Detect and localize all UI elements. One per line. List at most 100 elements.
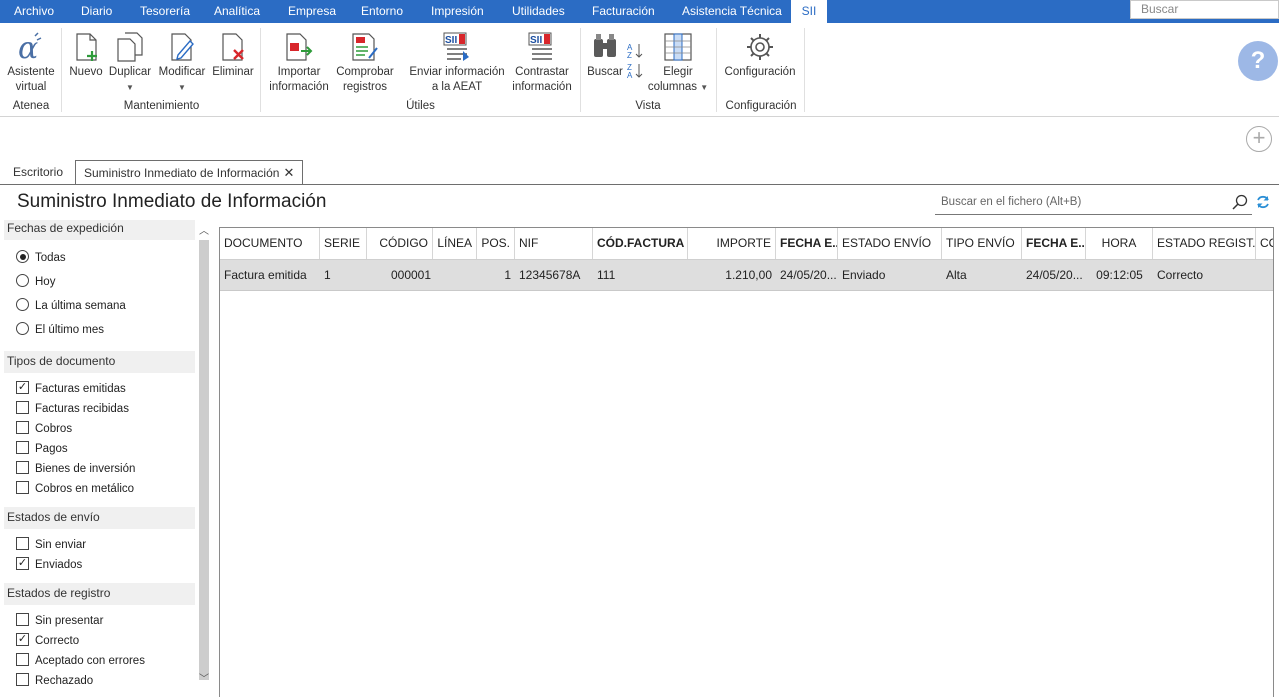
radio-icon[interactable] <box>16 322 29 336</box>
col-serie[interactable]: SERIE <box>320 228 367 259</box>
asistente-virtual-button[interactable]: α Asistente virtual <box>4 29 58 97</box>
checkbox-icon[interactable] <box>16 421 29 435</box>
checkbox-icon[interactable] <box>16 537 29 551</box>
refresh-icon[interactable] <box>1255 194 1271 210</box>
checkbox-icon[interactable] <box>16 441 29 455</box>
checkbox-rechazado[interactable]: Rechazado <box>16 672 93 690</box>
duplicar-button[interactable]: Duplicar ▼ <box>107 29 153 97</box>
menu-sii[interactable]: SII <box>791 0 827 23</box>
atenea-alpha-icon: α <box>18 31 42 63</box>
radio-ultima-semana[interactable]: La última semana <box>16 297 126 315</box>
col-codigo[interactable]: CÓDIGO <box>367 228 433 259</box>
scroll-down-chevron-icon[interactable]: ﹀ <box>198 674 210 686</box>
col-cod-factura[interactable]: CÓD.FACTURA <box>593 228 688 259</box>
search-icon[interactable] <box>1232 194 1248 210</box>
close-icon[interactable]: ✕ <box>283 165 294 180</box>
col-fecha-envio[interactable]: FECHA E... <box>1022 228 1086 259</box>
radio-icon[interactable] <box>16 274 29 288</box>
checkbox-cobros-metalico[interactable]: Cobros en metálico <box>16 480 134 498</box>
radio-selected-icon[interactable] <box>16 250 29 264</box>
radio-label: Todas <box>35 252 66 264</box>
nuevo-button[interactable]: Nuevo <box>66 29 106 83</box>
menu-tesoreria[interactable]: Tesorería <box>140 0 190 23</box>
checkbox-icon[interactable] <box>16 673 29 687</box>
checkbox-facturas-emitidas[interactable]: ✓ Facturas emitidas <box>16 380 126 398</box>
menu-entorno[interactable]: Entorno <box>361 0 403 23</box>
comprobar-registros-button[interactable]: Comprobar registros <box>335 29 395 97</box>
importar-informacion-button[interactable]: Importar información <box>264 29 334 97</box>
checkbox-correcto[interactable]: ✓ Correcto <box>16 632 79 650</box>
checkbox-aceptado-errores[interactable]: Aceptado con errores <box>16 652 145 670</box>
radio-label: Hoy <box>35 276 56 288</box>
scroll-up-chevron-icon[interactable]: ︿ <box>198 226 210 238</box>
enviar-informacion-aeat-button[interactable]: SII Enviar información a la AEAT <box>406 29 508 97</box>
checkbox-checked-icon[interactable]: ✓ <box>16 381 29 395</box>
eliminar-button[interactable]: Eliminar <box>209 29 257 83</box>
checkbox-checked-icon[interactable]: ✓ <box>16 633 29 647</box>
menu-analitica[interactable]: Analítica <box>214 0 260 23</box>
tab-suministro-inmediato[interactable]: Suministro Inmediato de Información ✕ <box>75 160 304 185</box>
checkbox-pagos[interactable]: Pagos <box>16 440 68 458</box>
binoculars-icon <box>594 34 616 57</box>
gear-icon <box>747 34 773 60</box>
help-icon[interactable]: ? <box>1238 41 1278 81</box>
radio-hoy[interactable]: Hoy <box>16 273 55 291</box>
elegir-label: Elegir <box>663 66 693 78</box>
menu-asistencia-tecnica[interactable]: Asistencia Técnica <box>682 0 782 23</box>
table-row[interactable]: Factura emitida 1 000001 1 12345678A 111… <box>220 260 1273 291</box>
checkbox-icon[interactable] <box>16 461 29 475</box>
col-co[interactable]: CO <box>1256 228 1273 259</box>
columnas-label: columnas <box>647 81 698 93</box>
add-tab-plus-icon[interactable]: + <box>1246 126 1272 152</box>
tabs-divider <box>0 184 1279 185</box>
grid-header: DOCUMENTO SERIE CÓDIGO LÍNEA POS. NIF CÓ… <box>220 228 1273 260</box>
checkbox-sin-enviar[interactable]: Sin enviar <box>16 536 86 554</box>
col-estado-envio[interactable]: ESTADO ENVÍO <box>838 228 942 259</box>
checkbox-bienes-inversion[interactable]: Bienes de inversión <box>16 460 135 478</box>
col-fecha-expedicion[interactable]: FECHA E... <box>776 228 838 259</box>
cell-tipo-envio: Alta <box>946 268 967 282</box>
importar-informacion-label: información <box>269 81 329 93</box>
col-tipo-envio[interactable]: TIPO ENVÍO <box>942 228 1022 259</box>
menu-empresa[interactable]: Empresa <box>288 0 336 23</box>
elegir-columnas-button[interactable]: Elegir columnas ▼ <box>646 29 710 97</box>
col-nif[interactable]: NIF <box>515 228 593 259</box>
scrollbar-thumb[interactable] <box>199 240 209 680</box>
tab-escritorio[interactable]: Escritorio <box>5 160 71 185</box>
radio-ultimo-mes[interactable]: El último mes <box>16 321 104 339</box>
radio-todas[interactable]: Todas <box>16 249 66 267</box>
menu-impresion[interactable]: Impresión <box>431 0 484 23</box>
col-linea[interactable]: LÍNEA <box>433 228 477 259</box>
global-search-input[interactable]: Buscar <box>1130 0 1279 19</box>
col-estado-registro[interactable]: ESTADO REGIST... <box>1153 228 1256 259</box>
new-document-icon <box>76 33 97 61</box>
menu-diario[interactable]: Diario <box>81 0 112 23</box>
checkbox-icon[interactable] <box>16 401 29 415</box>
contrastar-informacion-button[interactable]: SII Contrastar información <box>509 29 575 97</box>
sort-az-icon[interactable]: A Z Z A <box>626 41 644 79</box>
checkbox-sin-presentar[interactable]: Sin presentar <box>16 612 103 630</box>
file-search-input[interactable]: Buscar en el fichero (Alt+B) <box>935 192 1252 215</box>
col-hora[interactable]: HORA <box>1086 228 1153 259</box>
menu-utilidades[interactable]: Utilidades <box>512 0 565 23</box>
checkbox-icon[interactable] <box>16 613 29 627</box>
menu-facturacion[interactable]: Facturación <box>592 0 655 23</box>
checkbox-cobros[interactable]: Cobros <box>16 420 72 438</box>
checkbox-icon[interactable] <box>16 653 29 667</box>
checkbox-facturas-recibidas[interactable]: Facturas recibidas <box>16 400 129 418</box>
checkbox-icon[interactable] <box>16 481 29 495</box>
col-importe[interactable]: IMPORTE <box>688 228 776 259</box>
modificar-button[interactable]: Modificar ▼ <box>156 29 208 97</box>
menu-archivo[interactable]: Archivo <box>14 0 54 23</box>
col-documento[interactable]: DOCUMENTO <box>220 228 320 259</box>
checkbox-checked-icon[interactable]: ✓ <box>16 557 29 571</box>
cell-linea <box>433 260 477 290</box>
configuracion-button[interactable]: Configuración <box>720 29 800 83</box>
configuracion-label: Configuración <box>724 66 796 78</box>
checkbox-enviados[interactable]: ✓ Enviados <box>16 556 82 574</box>
buscar-button[interactable]: Buscar <box>584 29 626 83</box>
delete-document-icon <box>222 33 244 61</box>
radio-icon[interactable] <box>16 298 29 312</box>
col-pos[interactable]: POS. <box>477 228 515 259</box>
filter-panel-scrollbar[interactable]: ︿ ﹀ <box>196 222 212 692</box>
